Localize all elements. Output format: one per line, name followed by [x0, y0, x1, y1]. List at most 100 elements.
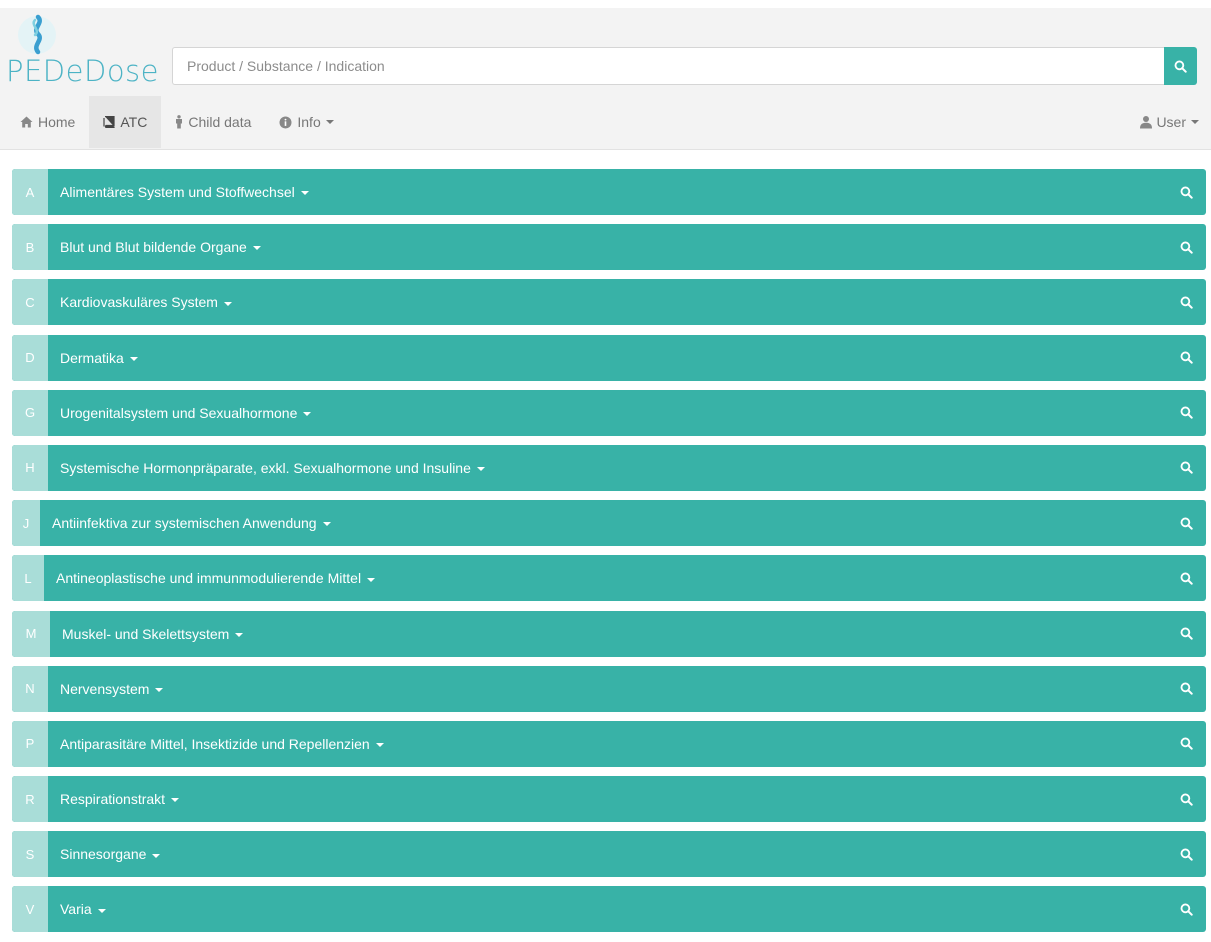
chevron-down-icon [1191, 120, 1199, 124]
atc-group-r[interactable]: R Respirationstrakt [12, 776, 1206, 823]
chevron-down-icon [375, 743, 384, 748]
atc-group-title: Sinnesorgane [60, 846, 147, 863]
chevron-down-icon [97, 908, 106, 913]
atc-group-label[interactable]: Blut und Blut bildende Organe [48, 239, 261, 255]
atc-group-label[interactable]: Nervensystem [48, 680, 164, 697]
chevron-down-icon [322, 522, 331, 527]
nav-item-info[interactable]: Info [265, 96, 347, 148]
atc-search-button[interactable] [1178, 405, 1194, 421]
search-icon [1180, 848, 1193, 861]
nav-item-label: Child data [188, 114, 252, 130]
atc-letter: D [12, 334, 48, 381]
search-icon [1180, 241, 1193, 254]
atc-letter: A [12, 169, 48, 215]
atc-letter: M [12, 610, 50, 657]
atc-search-button[interactable] [1178, 791, 1194, 807]
atc-group-n[interactable]: N Nervensystem [12, 665, 1206, 712]
atc-group-m[interactable]: M Muskel- und Skelettsystem [12, 610, 1206, 657]
search-icon [1180, 572, 1193, 585]
atc-group-list: A Alimentäres System und Stoffwechsel B … [12, 169, 1206, 942]
nav-item-atc[interactable]: ATC [89, 96, 162, 148]
logo-mark-icon [18, 14, 56, 55]
atc-group-p[interactable]: P Antiparasitäre Mittel, Insektizide und… [12, 720, 1206, 767]
search-icon [1180, 903, 1193, 916]
atc-letter: N [12, 665, 48, 712]
atc-group-title: Respirationstrakt [60, 791, 166, 808]
atc-letter: P [12, 720, 48, 767]
atc-group-title: Alimentäres System und Stoffwechsel [60, 184, 295, 200]
atc-search-button[interactable] [1178, 681, 1194, 697]
atc-search-button[interactable] [1178, 846, 1194, 862]
user-menu[interactable]: User [1139, 96, 1199, 148]
chevron-down-icon [129, 356, 138, 361]
nav-item-home[interactable]: Home [6, 96, 89, 148]
nav-item-label: Home [38, 114, 76, 130]
atc-search-button[interactable] [1178, 239, 1194, 255]
atc-group-b[interactable]: B Blut und Blut bildende Organe [12, 224, 1206, 271]
atc-letter: R [12, 776, 48, 823]
atc-group-a[interactable]: A Alimentäres System und Stoffwechsel [12, 169, 1206, 215]
user-icon [1139, 115, 1153, 129]
atc-group-title: Antiparasitäre Mittel, Insektizide und R… [60, 735, 370, 752]
nav-item-child-data[interactable]: Child data [161, 96, 265, 148]
search-icon [1180, 296, 1193, 309]
atc-search-button[interactable] [1178, 515, 1194, 531]
atc-group-l[interactable]: L Antineoplastische und immunmodulierend… [12, 555, 1206, 602]
home-icon [20, 116, 33, 128]
info-icon [279, 116, 292, 129]
atc-search-button[interactable] [1178, 570, 1194, 586]
atc-search-button[interactable] [1178, 736, 1194, 752]
search-icon [1180, 461, 1193, 475]
atc-letter: S [12, 831, 48, 878]
atc-group-j[interactable]: J Antiinfektiva zur systemischen Anwendu… [12, 500, 1206, 547]
search-icon [1180, 627, 1193, 640]
atc-group-title: Muskel- und Skelettsystem [62, 625, 230, 642]
chevron-down-icon [155, 687, 164, 692]
atc-search-button[interactable] [1178, 184, 1194, 200]
atc-search-button[interactable] [1178, 626, 1194, 642]
search-icon [1180, 682, 1193, 695]
atc-group-label[interactable]: Kardiovaskuläres System [48, 294, 232, 310]
atc-group-label[interactable]: Systemische Hormonpräparate, exkl. Sexua… [48, 460, 485, 476]
atc-group-h[interactable]: H Systemische Hormonpräparate, exkl. Sex… [12, 444, 1206, 491]
search-input[interactable] [172, 47, 1164, 85]
search-icon [1180, 517, 1193, 530]
chevron-down-icon [300, 191, 309, 196]
atc-group-title: Blut und Blut bildende Organe [60, 239, 247, 256]
atc-group-title: Nervensystem [60, 680, 150, 697]
chevron-down-icon [325, 120, 334, 124]
atc-group-label[interactable]: Muskel- und Skelettsystem [50, 625, 244, 642]
atc-group-c[interactable]: C Kardiovaskuläres System [12, 279, 1206, 326]
atc-group-label[interactable]: Antiinfektiva zur systemischen Anwendung [40, 515, 331, 531]
atc-group-label[interactable]: Sinnesorgane [48, 846, 161, 863]
atc-group-label[interactable]: Alimentäres System und Stoffwechsel [48, 184, 309, 200]
atc-group-label[interactable]: Varia [48, 901, 106, 917]
search-icon [1180, 186, 1193, 199]
atc-group-label[interactable]: Urogenitalsystem und Sexualhormone [48, 404, 312, 421]
atc-search-button[interactable] [1178, 460, 1194, 476]
chevron-down-icon [367, 577, 376, 582]
atc-letter: H [12, 444, 48, 491]
chevron-down-icon [252, 246, 261, 251]
atc-group-d[interactable]: D Dermatika [12, 334, 1206, 381]
nav-item-label: Info [297, 114, 321, 130]
atc-group-g[interactable]: G Urogenitalsystem und Sexualhormone [12, 389, 1206, 436]
search-button[interactable] [1164, 47, 1197, 85]
atc-group-title: Varia [60, 901, 92, 918]
atc-search-button[interactable] [1178, 901, 1194, 917]
search-bar [172, 47, 1197, 85]
atc-group-title: Urogenitalsystem und Sexualhormone [60, 404, 298, 421]
chevron-down-icon [235, 632, 244, 637]
atc-search-button[interactable] [1178, 350, 1194, 366]
atc-group-s[interactable]: S Sinnesorgane [12, 831, 1206, 878]
logo[interactable]: PEDeDose [6, 8, 166, 88]
atc-group-label[interactable]: Respirationstrakt [48, 791, 180, 808]
atc-group-label[interactable]: Antineoplastische und immunmodulierende … [44, 570, 376, 586]
atc-search-button[interactable] [1178, 294, 1194, 310]
atc-group-title: Systemische Hormonpräparate, exkl. Sexua… [60, 459, 471, 476]
main-nav: Home ATC Child data Info [6, 96, 348, 148]
atc-group-label[interactable]: Antiparasitäre Mittel, Insektizide und R… [48, 736, 384, 752]
atc-group-label[interactable]: Dermatika [48, 350, 138, 366]
atc-group-title: Kardiovaskuläres System [60, 294, 218, 311]
header: PEDeDose Home ATC Child dat [0, 0, 1211, 150]
